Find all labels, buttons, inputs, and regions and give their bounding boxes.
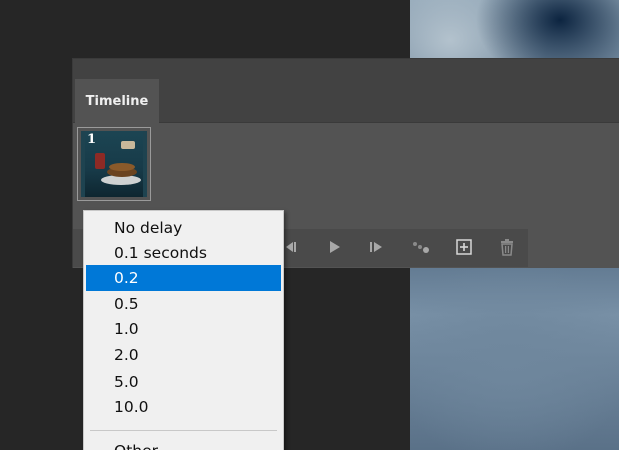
menu-item-2-0[interactable]: 2.0 [86,342,281,368]
menu-item-0-2[interactable]: 0.2 [86,265,281,291]
menu-item-no-delay[interactable]: No delay [86,215,281,241]
frame-delay-menu: No delay 0.1 seconds 0.2 0.5 1.0 2.0 5.0… [83,210,284,450]
tween-icon[interactable] [411,237,431,257]
menu-item-other[interactable]: Other... [86,438,281,450]
play-icon[interactable] [324,237,344,257]
tab-timeline[interactable]: Timeline [75,79,159,123]
frame-number: 1 [87,132,97,147]
previous-frame-icon[interactable] [281,237,301,257]
menu-item-0-1-seconds[interactable]: 0.1 seconds [86,240,281,266]
delete-frame-icon[interactable] [497,237,517,257]
menu-item-5-0[interactable]: 5.0 [86,369,281,395]
next-frame-icon[interactable] [367,237,387,257]
panel-tabbar: Timeline [73,77,619,123]
timeline-frame[interactable]: 1 [77,127,151,201]
menu-separator [90,430,277,431]
menu-item-1-0[interactable]: 1.0 [86,316,281,342]
menu-item-10-0[interactable]: 10.0 [86,394,281,420]
new-frame-icon[interactable] [454,237,474,257]
menu-item-0-5[interactable]: 0.5 [86,291,281,317]
panel-header-bar[interactable] [73,59,619,77]
